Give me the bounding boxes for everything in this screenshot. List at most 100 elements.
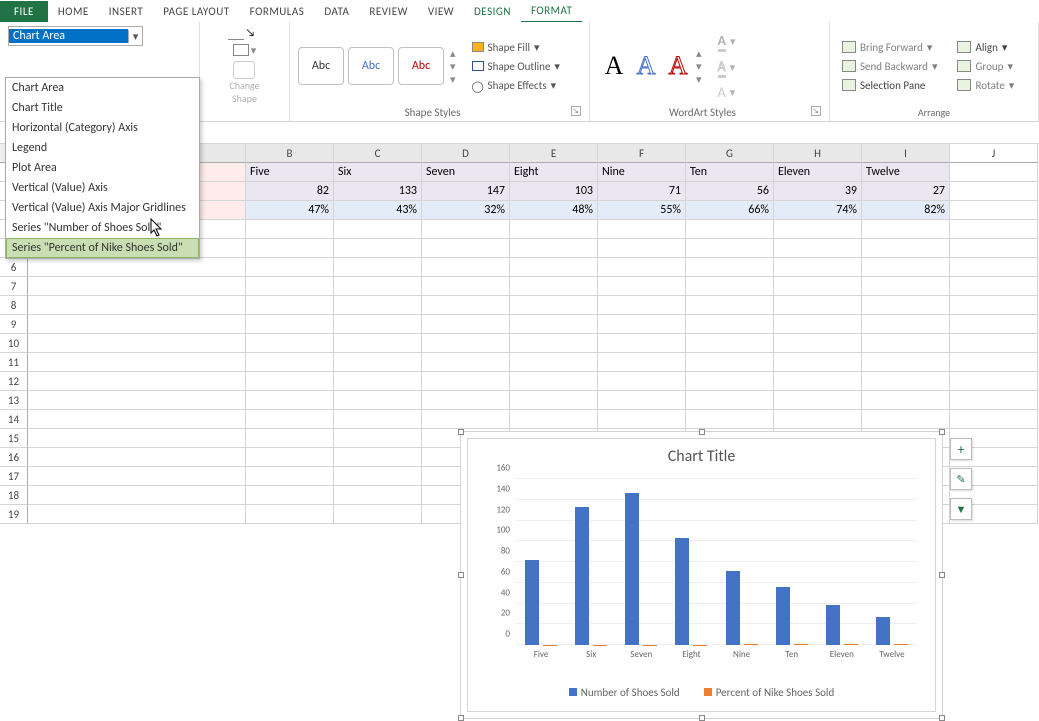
cell[interactable]: 39	[774, 182, 862, 201]
col-header-B[interactable]: B	[246, 144, 334, 163]
cell[interactable]	[334, 486, 422, 505]
cell[interactable]	[334, 353, 422, 372]
cell[interactable]	[246, 296, 334, 315]
cell[interactable]	[334, 258, 422, 277]
shape-fill-button[interactable]: Shape Fill ▾	[468, 39, 564, 56]
cell[interactable]	[686, 239, 774, 258]
cell[interactable]	[686, 372, 774, 391]
cell[interactable]: Seven	[422, 163, 510, 182]
cell[interactable]	[598, 296, 686, 315]
bar-group[interactable]	[767, 479, 817, 645]
chart-element-dropdown[interactable]: Chart AreaChart TitleHorizontal (Categor…	[5, 77, 200, 259]
row-header[interactable]: 12	[0, 372, 28, 391]
tab-file[interactable]: FILE	[0, 1, 48, 22]
cell[interactable]	[334, 239, 422, 258]
cell[interactable]	[246, 239, 334, 258]
cell[interactable]	[774, 220, 862, 239]
bar-series1[interactable]	[675, 538, 689, 645]
cell[interactable]	[422, 220, 510, 239]
wordart-gallery-down-icon[interactable]: ▾	[696, 60, 702, 73]
chevron-down-icon[interactable]: ▾	[932, 60, 938, 73]
selection-pane-button[interactable]: Selection Pane	[838, 77, 941, 94]
cell[interactable]	[246, 315, 334, 334]
cell[interactable]: 55%	[598, 201, 686, 220]
cell[interactable]	[686, 410, 774, 429]
bar-series2[interactable]	[794, 644, 808, 645]
resize-handle-ne[interactable]	[939, 429, 945, 435]
col-header-F[interactable]: F	[598, 144, 686, 163]
col-header-C[interactable]: C	[334, 144, 422, 163]
cell[interactable]: 56	[686, 182, 774, 201]
cell[interactable]: Eleven	[774, 163, 862, 182]
row-header[interactable]: 15	[0, 429, 28, 448]
bar-series1[interactable]	[826, 605, 840, 645]
cell[interactable]	[686, 277, 774, 296]
cell[interactable]	[950, 353, 1038, 372]
cell[interactable]	[246, 372, 334, 391]
chart-element-option[interactable]: Chart Title	[6, 98, 199, 118]
cell[interactable]	[774, 334, 862, 353]
cell[interactable]: Nine	[598, 163, 686, 182]
cell[interactable]	[28, 334, 246, 353]
row-header[interactable]: 6	[0, 258, 28, 277]
cell[interactable]	[862, 258, 950, 277]
cell[interactable]	[28, 486, 246, 505]
cell[interactable]	[598, 258, 686, 277]
chevron-down-icon[interactable]: ▾	[1007, 60, 1013, 73]
cell[interactable]	[686, 296, 774, 315]
cell[interactable]	[28, 372, 246, 391]
chart-legend[interactable]: Number of Shoes Sold Percent of Nike Sho…	[468, 686, 935, 699]
change-shape-icon[interactable]	[233, 61, 255, 79]
cell[interactable]: Ten	[686, 163, 774, 182]
text-fill-button[interactable]: A ▾	[714, 30, 740, 54]
cell[interactable]: 48%	[510, 201, 598, 220]
bar-group[interactable]	[666, 479, 716, 645]
chart-filter-button[interactable]: ▼	[950, 498, 972, 520]
cell[interactable]	[246, 277, 334, 296]
tab-formulas[interactable]: FORMULAS	[240, 1, 315, 22]
cell[interactable]	[422, 353, 510, 372]
cell[interactable]	[598, 372, 686, 391]
chevron-down-icon[interactable]: ▾	[730, 86, 736, 99]
cell[interactable]	[28, 467, 246, 486]
chart-brush-button[interactable]: ✎	[950, 468, 972, 490]
cell[interactable]	[510, 372, 598, 391]
chevron-down-icon[interactable]: ▾	[927, 41, 933, 54]
shape-style-1[interactable]: Abc	[298, 47, 344, 85]
cell[interactable]	[422, 334, 510, 353]
resize-handle-se[interactable]	[939, 715, 945, 721]
row-header[interactable]: 8	[0, 296, 28, 315]
cell[interactable]	[862, 334, 950, 353]
row-header[interactable]: 17	[0, 467, 28, 486]
cell[interactable]	[246, 410, 334, 429]
cell[interactable]	[510, 277, 598, 296]
wordart-style-2[interactable]: A	[630, 46, 662, 86]
cell[interactable]	[862, 410, 950, 429]
style-gallery-up-icon[interactable]: ▴	[450, 47, 456, 60]
cell[interactable]	[950, 201, 1038, 220]
cell[interactable]	[246, 258, 334, 277]
shape-effects-button[interactable]: ◯Shape Effects ▾	[468, 77, 564, 94]
cell[interactable]	[422, 277, 510, 296]
chart-element-option[interactable]: Series "Number of Shoes Sold"	[6, 218, 199, 238]
wordart-gallery-more-icon[interactable]: ▾	[696, 73, 702, 86]
row-header[interactable]: 9	[0, 315, 28, 334]
bar-series1[interactable]	[525, 560, 539, 645]
cell[interactable]: Twelve	[862, 163, 950, 182]
tab-design[interactable]: DESIGN	[464, 1, 521, 22]
shape-rect-icon[interactable]	[233, 44, 249, 56]
cell[interactable]	[598, 353, 686, 372]
cell[interactable]	[774, 277, 862, 296]
col-header-I[interactable]: I	[862, 144, 950, 163]
wordart-style-1[interactable]: A	[598, 46, 630, 86]
cell[interactable]	[422, 315, 510, 334]
cell[interactable]: Six	[334, 163, 422, 182]
cell[interactable]	[246, 353, 334, 372]
cell[interactable]	[686, 258, 774, 277]
cell[interactable]	[28, 315, 246, 334]
cell[interactable]	[246, 486, 334, 505]
col-header-G[interactable]: G	[686, 144, 774, 163]
col-header-H[interactable]: H	[774, 144, 862, 163]
cell[interactable]	[246, 429, 334, 448]
cell[interactable]	[28, 448, 246, 467]
